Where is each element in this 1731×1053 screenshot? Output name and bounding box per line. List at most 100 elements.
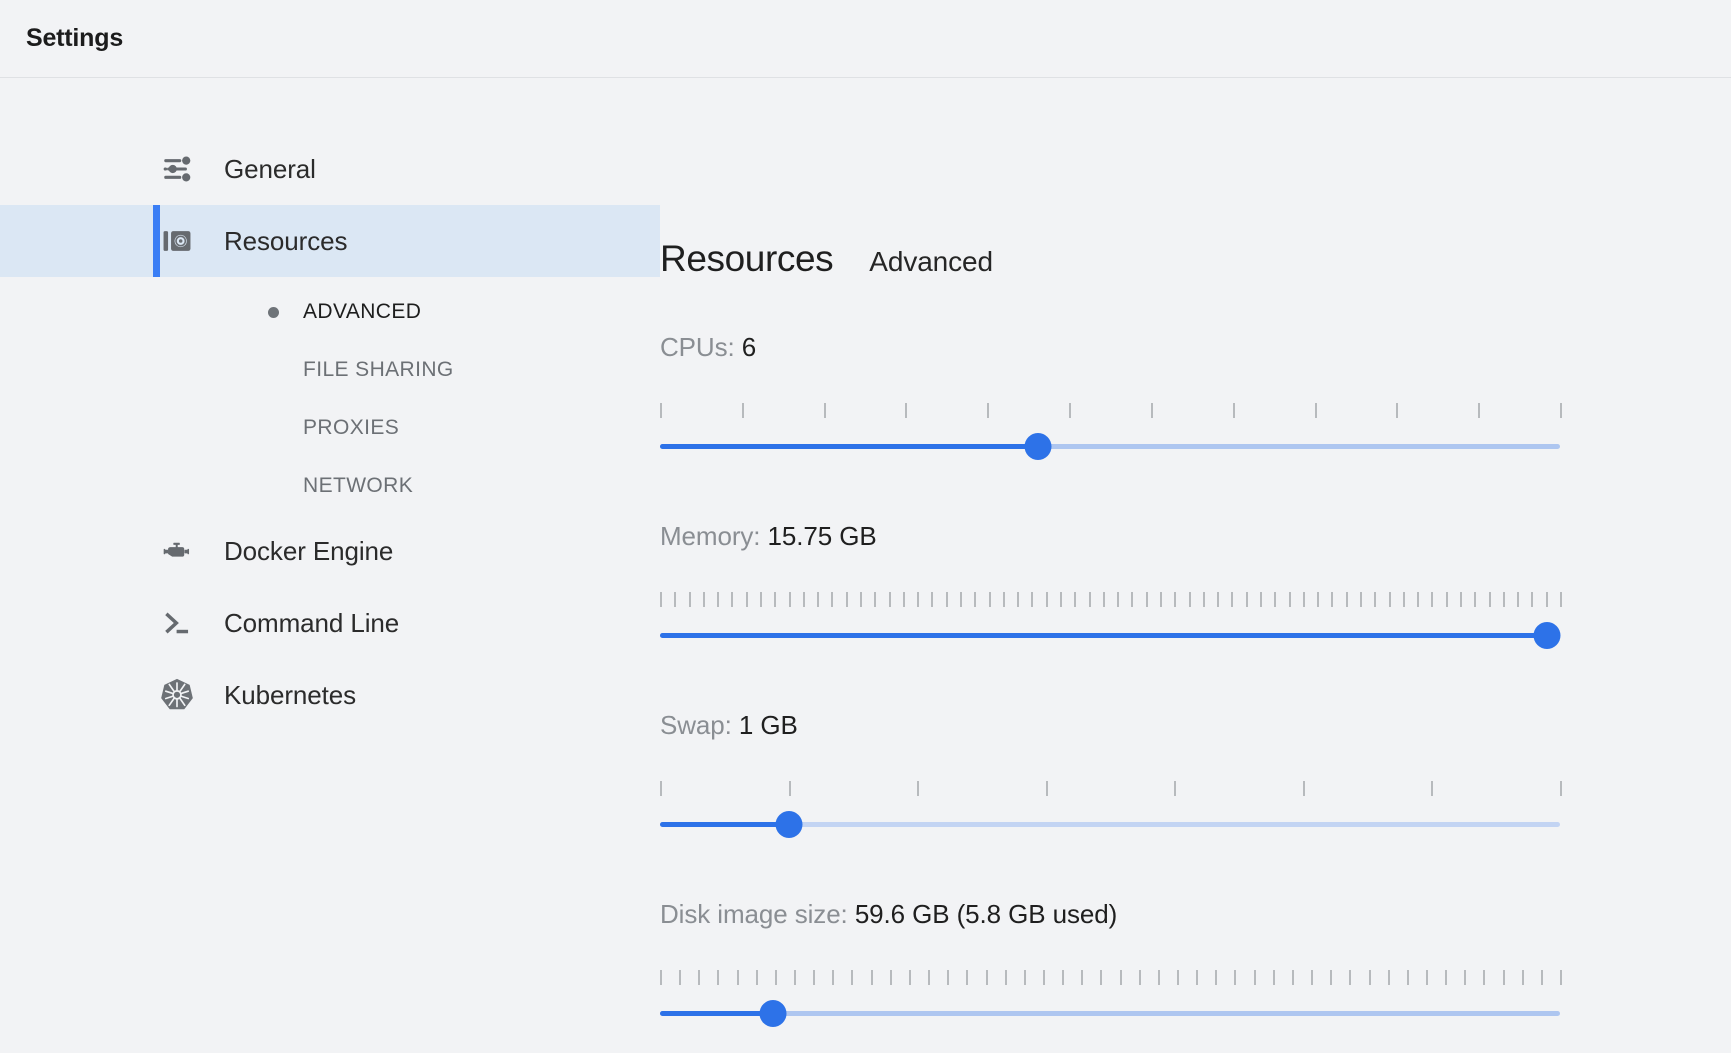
tick-mark [1431, 781, 1434, 796]
tick-mark [1545, 592, 1548, 607]
tick-mark [660, 403, 662, 418]
tick-mark [1045, 592, 1048, 607]
sidebar-item-resources[interactable]: Resources [0, 205, 660, 277]
slider-ticks-cpus [660, 403, 1562, 421]
tick-mark [1478, 403, 1481, 418]
tick-mark [1488, 592, 1491, 607]
slider-thumb-memory[interactable] [1533, 621, 1560, 649]
tick-mark [674, 592, 677, 607]
slider-track-memory[interactable] [660, 621, 1560, 649]
tick-mark [1100, 970, 1103, 985]
tick-mark [1406, 970, 1409, 985]
tick-mark [1177, 970, 1180, 985]
tick-mark [1349, 970, 1352, 985]
tick-mark [1311, 970, 1314, 985]
slider-value-disk-image-size: 59.6 GB (5.8 GB used) [854, 899, 1118, 929]
tick-mark [1388, 592, 1391, 607]
tick-mark [788, 592, 791, 607]
tick-mark [698, 970, 701, 985]
slider-list: CPUs: 6 Memory: 15.75 GB Swap: 1 GB Disk im… [660, 332, 1691, 1027]
panel-title: Resources [660, 238, 834, 279]
tick-mark [1502, 592, 1505, 607]
slider-label-cpus: CPUs: 6 [660, 332, 1691, 363]
sidebar-item-docker-engine[interactable]: Docker Engine [0, 515, 660, 587]
slider-label-memory: Memory: 15.75 GB [660, 521, 1691, 552]
tick-mark [1002, 592, 1005, 607]
tick-mark [1069, 403, 1072, 418]
slider-track-cpus[interactable] [660, 432, 1560, 460]
tick-mark [1119, 970, 1122, 985]
sidebar-item-advanced[interactable]: ADVANCED [0, 283, 660, 341]
slider-cpus[interactable] [660, 403, 1562, 460]
tick-mark [1138, 970, 1141, 985]
slider-thumb-swap[interactable] [775, 810, 803, 838]
tick-mark [1402, 592, 1405, 607]
tick-mark [679, 970, 682, 985]
tick-mark [660, 781, 662, 796]
tick-mark [774, 592, 777, 607]
tick-mark [1196, 970, 1199, 985]
slider-track-swap[interactable] [660, 810, 1560, 838]
slider-label-prefix: Swap: [660, 710, 739, 740]
tick-mark [1464, 970, 1467, 985]
tick-mark [1302, 592, 1305, 607]
sidebar-item-network[interactable]: NETWORK [0, 457, 660, 515]
tick-mark [1417, 592, 1420, 607]
tick-mark [1483, 970, 1486, 985]
tick-mark [702, 592, 705, 607]
tick-mark [1387, 970, 1390, 985]
slider-memory[interactable] [660, 592, 1562, 649]
tick-mark [1331, 592, 1334, 607]
slider-value-swap: 1 GB [738, 710, 798, 740]
tick-mark [902, 592, 905, 607]
tick-mark [1560, 403, 1562, 418]
tick-mark [928, 970, 931, 985]
tick-mark [931, 592, 934, 607]
sidebar-item-label: Resources [224, 225, 348, 256]
sidebar-item-kubernetes[interactable]: Kubernetes [0, 659, 660, 731]
resources-subnav: ADVANCED FILE SHARING PROXIES NETWORK [0, 277, 660, 515]
tick-mark [1131, 592, 1134, 607]
slider-thumb-disk-image-size[interactable] [759, 999, 786, 1027]
slider-swap[interactable] [660, 781, 1562, 838]
slider-group-swap: Swap: 1 GB [660, 710, 1691, 838]
page-title: Settings [26, 24, 124, 52]
sidebar-item-general[interactable]: General [0, 133, 660, 205]
tick-mark [1317, 592, 1320, 607]
sidebar-item-proxies[interactable]: PROXIES [0, 399, 660, 457]
tick-mark [1560, 970, 1562, 985]
sidebar-subitem-label: ADVANCED [303, 300, 422, 323]
tick-mark [1540, 970, 1543, 985]
tick-mark [1042, 970, 1045, 985]
tick-mark [717, 592, 720, 607]
tick-mark [794, 970, 797, 985]
tick-mark [831, 592, 834, 607]
tick-mark [1396, 403, 1399, 418]
tick-mark [774, 970, 777, 985]
tick-mark [832, 970, 835, 985]
slider-value-memory: 15.75 GB [767, 521, 877, 551]
terminal-prompt-icon [155, 607, 199, 639]
sidebar-item-file-sharing[interactable]: FILE SHARING [0, 341, 660, 399]
tick-mark [1074, 592, 1077, 607]
slider-value-cpus: 6 [741, 332, 757, 362]
tick-mark [823, 403, 826, 418]
slider-disk-image-size[interactable] [660, 970, 1562, 1027]
tick-mark [1234, 970, 1237, 985]
tick-mark [755, 970, 758, 985]
tick-mark [736, 970, 739, 985]
tick-mark [741, 403, 744, 418]
tick-mark [1081, 970, 1084, 985]
tick-mark [1160, 592, 1162, 607]
tick-mark [1157, 970, 1160, 985]
slider-track-disk-image-size[interactable] [660, 999, 1560, 1027]
slider-thumb-cpus[interactable] [1024, 432, 1052, 460]
slider-fill [660, 821, 789, 827]
sidebar-item-command-line[interactable]: Command Line [0, 587, 660, 659]
sidebar-item-label: Docker Engine [224, 535, 394, 566]
resources-advanced-panel: Resources Advanced CPUs: 6 Memory: 15.75 … [660, 78, 1731, 1053]
sidebar-subitem-label: FILE SHARING [303, 358, 454, 381]
tick-mark [1330, 970, 1333, 985]
tick-mark [688, 592, 691, 607]
slider-ticks-disk-image-size [660, 970, 1562, 988]
